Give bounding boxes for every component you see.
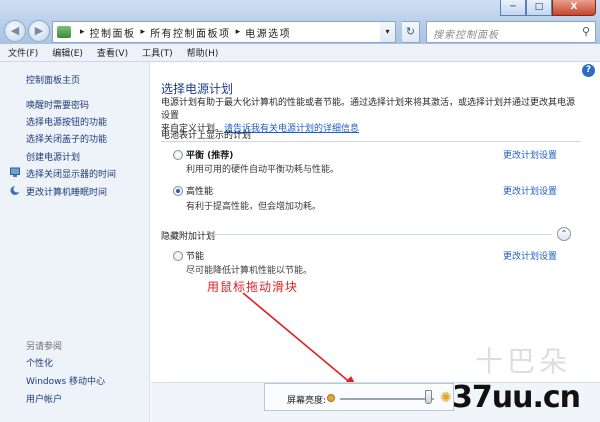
search-icon[interactable]: ⚲: [582, 25, 591, 38]
breadcrumb-separator-icon: ▸: [80, 27, 85, 37]
display-icon: [10, 167, 20, 177]
plan-power-saver-desc: 尽可能降低计算机性能以节能。: [186, 266, 313, 276]
menu-file[interactable]: 文件(F): [8, 46, 38, 59]
sidebar-item-power-button[interactable]: 选择电源按钮的功能: [26, 115, 107, 128]
section-divider: [210, 234, 552, 235]
menu-tools[interactable]: 工具(T): [142, 46, 173, 59]
refresh-icon[interactable]: ↻: [402, 21, 420, 43]
battery-meter-section-title: 电池表计上显示的计划: [161, 131, 252, 141]
sidebar: 控制面板主页 唤醒时需要密码 选择电源按钮的功能 选择关闭盖子的功能 创建电源计…: [0, 62, 150, 422]
plan-balanced-settings-link[interactable]: 更改计划设置: [503, 148, 557, 161]
address-dropdown-icon[interactable]: ▾: [380, 21, 396, 43]
sidebar-item-wake-password[interactable]: 唤醒时需要密码: [26, 98, 89, 111]
menu-bar: 文件(F) 编辑(E) 查看(V) 工具(T) 帮助(H): [0, 44, 600, 62]
plan-power-saver-settings-link[interactable]: 更改计划设置: [503, 249, 557, 262]
dim-sun-icon: [327, 394, 335, 402]
search-input[interactable]: 搜索控制面板 ⚲: [426, 21, 596, 43]
sidebar-item-create-plan[interactable]: 创建电源计划: [26, 150, 80, 163]
sidebar-item-personalize[interactable]: 个性化: [26, 356, 53, 369]
back-button[interactable]: ◀: [4, 20, 26, 42]
breadcrumb-control-panel[interactable]: 控制面板: [90, 25, 136, 40]
plan-high-performance-desc: 有利于提高性能，但会增加功耗。: [186, 202, 322, 212]
window-controls: ─ □ X: [500, 0, 596, 16]
address-bar[interactable]: ▸ 控制面板 ▸ 所有控制面板项 ▸ 电源选项: [52, 21, 396, 43]
plan-balanced-name: 平衡 (推荐): [186, 151, 234, 161]
description-line-1: 电源计划有助于最大化计算机的性能或者节能。通过选择计划来将其激活，或选择计划并通…: [161, 98, 576, 121]
plan-high-performance-settings-link[interactable]: 更改计划设置: [503, 184, 557, 197]
drag-slider-annotation: 用鼠标拖动滑块: [207, 280, 299, 294]
site-watermark: 37uu.cn: [452, 380, 581, 415]
plan-high-performance-name: 高性能: [186, 187, 214, 197]
plan-balanced-desc: 利用可用的硬件自动平衡功耗与性能。: [186, 165, 340, 175]
bright-sun-icon: ✺: [440, 390, 452, 406]
sidebar-item-sleep[interactable]: 更改计算机睡眠时间: [10, 185, 108, 198]
help-icon[interactable]: ?: [582, 64, 595, 77]
brightness-slider-track[interactable]: [340, 398, 434, 400]
hidden-plans-toggle[interactable]: 隐藏附加计划: [161, 229, 215, 242]
background-watermark: 十巴朵: [475, 345, 572, 378]
sidebar-item-home[interactable]: 控制面板主页: [26, 73, 80, 86]
menu-view[interactable]: 查看(V): [97, 46, 128, 59]
brightness-slider-thumb[interactable]: [425, 390, 433, 404]
search-placeholder: 搜索控制面板: [433, 30, 499, 41]
sidebar-item-display-off[interactable]: 选择关闭显示器的时间: [10, 167, 117, 180]
sidebar-item-lid[interactable]: 选择关闭盖子的功能: [26, 132, 107, 145]
sidebar-item-label: 选择关闭显示器的时间: [26, 170, 117, 180]
forward-button[interactable]: ▶: [28, 20, 50, 42]
collapse-chevron-icon[interactable]: ⌃: [557, 227, 571, 241]
section-divider: [161, 141, 581, 142]
maximize-button[interactable]: □: [526, 0, 552, 16]
plan-power-saver-name: 节能: [186, 252, 205, 262]
moon-icon: [10, 185, 20, 195]
brightness-label: 屏幕亮度:: [287, 396, 327, 406]
menu-edit[interactable]: 编辑(E): [52, 46, 83, 59]
sidebar-item-mobility-center[interactable]: Windows 移动中心: [26, 374, 105, 387]
close-button[interactable]: X: [552, 0, 596, 16]
plan-balanced-radio[interactable]: [173, 150, 183, 160]
plan-power-saver-radio[interactable]: [173, 251, 183, 261]
menu-help[interactable]: 帮助(H): [187, 46, 219, 59]
breadcrumb-separator-icon: ▸: [140, 27, 146, 37]
sidebar-item-user-accounts[interactable]: 用户帐户: [26, 392, 62, 405]
see-also-heading: 另请参阅: [26, 342, 63, 352]
plan-high-performance-radio[interactable]: [173, 186, 183, 196]
sidebar-item-label: 更改计算机睡眠时间: [26, 188, 108, 198]
control-panel-icon: [57, 26, 71, 38]
page-title: 选择电源计划: [161, 82, 234, 96]
breadcrumb-all-items[interactable]: 所有控制面板项: [150, 25, 231, 40]
minimize-button[interactable]: ─: [500, 0, 526, 16]
breadcrumb-power-options[interactable]: 电源选项: [245, 25, 291, 40]
breadcrumb-separator-icon: ▸: [235, 27, 241, 37]
